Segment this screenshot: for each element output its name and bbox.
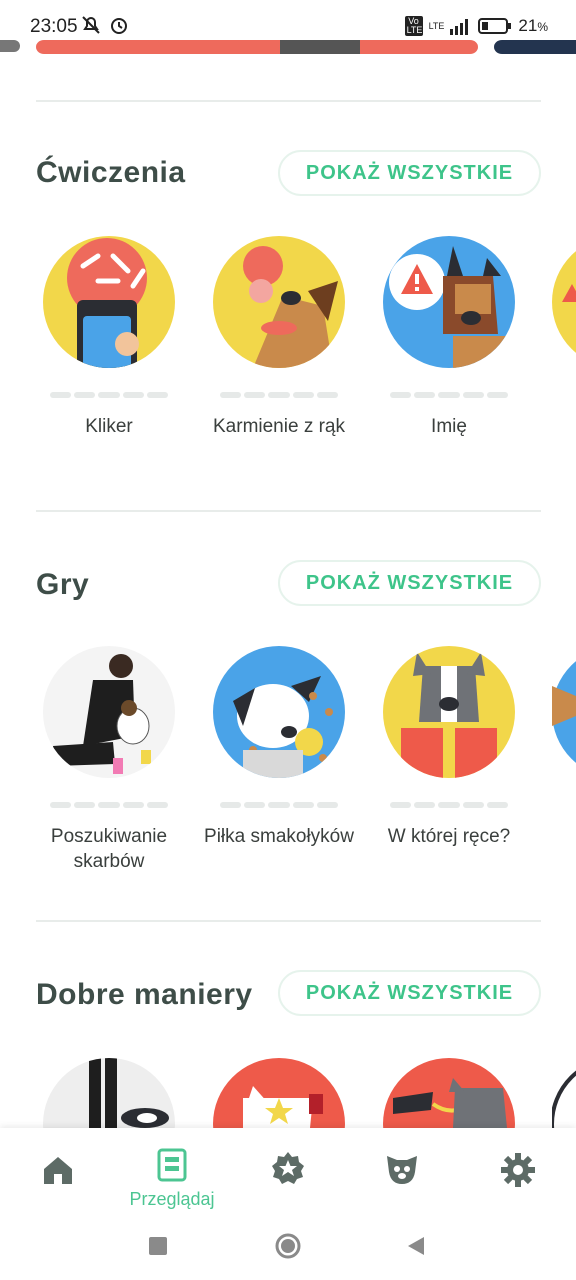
- show-all-games-button[interactable]: POKAŻ WSZYSTKIE: [278, 560, 541, 606]
- alarm-icon: [111, 18, 127, 34]
- badge-icon: [272, 1152, 304, 1184]
- dog-face-icon: [387, 1156, 417, 1184]
- clicker-illustration: [43, 236, 175, 368]
- card-label: Karmienie z rąk: [213, 416, 345, 437]
- progress-bar: [50, 392, 169, 398]
- system-navigation-bar: [0, 1214, 576, 1280]
- show-all-manners-button[interactable]: POKAŻ WSZYSTKIE: [278, 970, 541, 1016]
- nav-settings[interactable]: [468, 1148, 568, 1193]
- home-circle-icon[interactable]: [274, 1232, 302, 1260]
- game-card-treat-ball[interactable]: Piłka smakołyków: [194, 646, 364, 849]
- card-label: Imię: [431, 416, 467, 437]
- section-title-exercises: Ćwiczenia: [36, 156, 186, 189]
- game-card-treasure-hunt[interactable]: Poszukiwanie skarbów: [24, 646, 194, 874]
- signal-icon: [450, 19, 469, 35]
- bottom-navigation: Przeglądaj: [0, 1128, 576, 1214]
- card-label: Kliker: [85, 416, 133, 437]
- home-icon: [44, 1157, 72, 1184]
- nav-achievements[interactable]: [238, 1148, 338, 1195]
- card-label: W której ręce?: [387, 826, 511, 847]
- section-title-games: Gry: [36, 568, 90, 601]
- which-hand-illustration: [383, 646, 515, 778]
- progress-bar: [390, 392, 509, 398]
- next-card-peek: [552, 1070, 576, 1128]
- exercise-card-hand-feeding[interactable]: Karmienie z rąk: [194, 236, 364, 439]
- next-card-peek: [552, 661, 576, 763]
- volte-icon: Vo LTE: [404, 16, 423, 36]
- section-title-good-manners: Dobre maniery: [36, 978, 253, 1011]
- next-card-peek: [552, 251, 576, 353]
- gear-icon: [501, 1153, 535, 1187]
- name-warning-illustration: [383, 236, 515, 368]
- recent-apps-icon[interactable]: [148, 1236, 168, 1256]
- progress-bar: [220, 802, 339, 808]
- card-label: Piłka smakołyków: [204, 826, 354, 847]
- card-label: Poszukiwanie skarbów: [50, 826, 168, 872]
- divider: [36, 100, 541, 102]
- network-type: LTE: [428, 21, 445, 31]
- mute-icon: [82, 16, 100, 34]
- exercise-card-clicker[interactable]: Kliker: [24, 236, 194, 439]
- progress-bar: [50, 802, 169, 808]
- progress-bar: [390, 802, 509, 808]
- exercise-card-name[interactable]: Imię: [364, 236, 534, 439]
- battery-icon: [478, 18, 512, 34]
- back-icon[interactable]: [406, 1236, 426, 1256]
- game-card-which-hand[interactable]: W której ręce?: [364, 646, 534, 849]
- battery-level: 21: [518, 16, 538, 35]
- treasure-hunt-photo: [43, 646, 175, 778]
- divider: [36, 510, 541, 512]
- nav-home[interactable]: [8, 1148, 108, 1193]
- divider: [36, 920, 541, 922]
- progress-bar: [220, 392, 339, 398]
- nav-browse-label: Przeglądaj: [129, 1189, 215, 1209]
- previous-section-remnant: [0, 40, 576, 54]
- browse-icon: [157, 1148, 187, 1182]
- nav-dog-profile[interactable]: [352, 1148, 452, 1193]
- treat-ball-illustration: [213, 646, 345, 778]
- status-time: 23:05: [30, 16, 78, 37]
- hand-feeding-illustration: [213, 236, 345, 368]
- show-all-exercises-button[interactable]: POKAŻ WSZYSTKIE: [278, 150, 541, 196]
- nav-browse[interactable]: Przeglądaj: [122, 1148, 222, 1210]
